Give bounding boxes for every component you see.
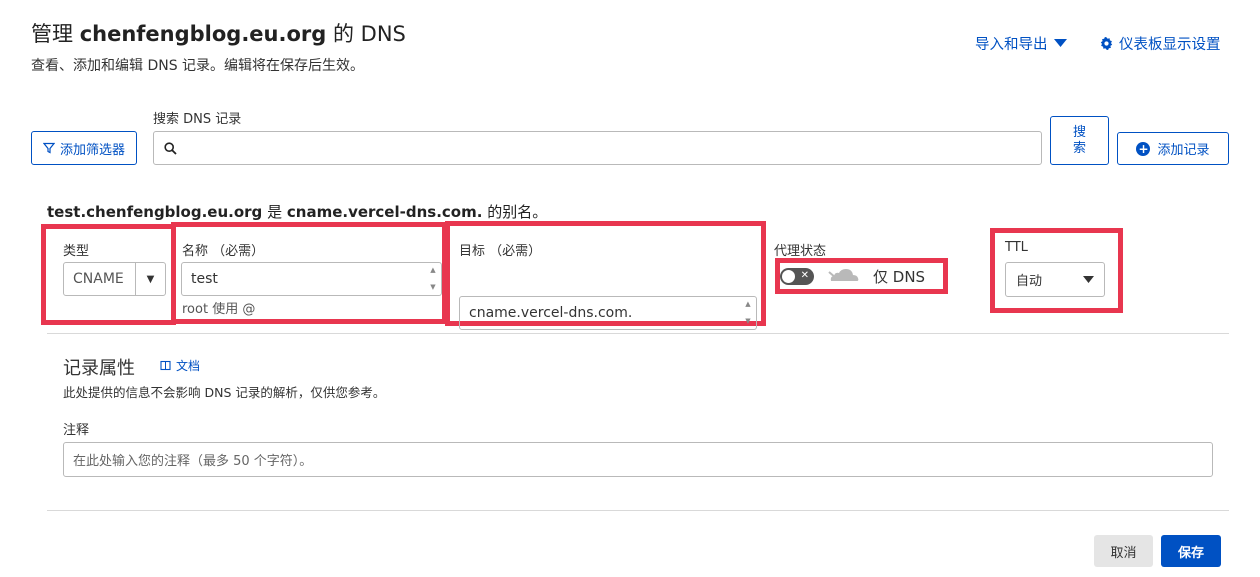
search-button-line2: 索 <box>1072 140 1086 156</box>
dashboard-settings-link[interactable]: 仪表板显示设置 <box>1100 33 1221 54</box>
ttl-value: 自动 <box>1016 274 1043 289</box>
save-button[interactable]: 保存 <box>1161 535 1221 567</box>
target-label: 目标 （必需） <box>459 244 542 259</box>
alias-is: 是 <box>267 203 283 221</box>
book-icon <box>160 360 171 371</box>
chevron-down-icon[interactable]: ▼ <box>135 263 165 295</box>
import-export-label: 导入和导出 <box>975 37 1048 53</box>
proxy-status-label: 代理状态 <box>774 244 827 259</box>
cloud-icon <box>828 269 859 281</box>
funnel-icon <box>42 142 55 154</box>
ttl-select[interactable]: 自动 <box>1005 262 1105 297</box>
proxy-toggle[interactable]: ✕ <box>780 268 814 285</box>
gear-icon <box>1100 37 1113 50</box>
divider <box>47 333 1229 334</box>
caret-down-icon <box>1083 276 1094 283</box>
add-filter-button[interactable]: 添加筛选器 <box>31 131 137 165</box>
title-prefix: 管理 <box>31 22 73 46</box>
title-suffix: 的 DNS <box>332 22 406 46</box>
proxy-state-text: 仅 DNS <box>873 268 926 286</box>
docs-link[interactable]: 文档 <box>160 357 200 374</box>
alias-summary: test.chenfengblog.eu.org 是 cname.vercel-… <box>47 201 547 222</box>
type-select[interactable]: CNAME ▼ <box>63 262 166 296</box>
add-record-button[interactable]: + 添加记录 <box>1117 132 1229 165</box>
dashboard-settings-label: 仪表板显示设置 <box>1119 37 1221 53</box>
name-field[interactable]: test ▲ ▼ <box>181 262 442 296</box>
type-value: CNAME <box>73 271 124 287</box>
toggle-knob <box>782 270 795 283</box>
divider <box>47 510 1229 511</box>
cancel-button[interactable]: 取消 <box>1094 535 1153 567</box>
comment-field[interactable]: 在此处输入您的注释（最多 50 个字符）。 <box>63 442 1213 477</box>
target-value: cname.vercel-dns.com. <box>469 305 633 321</box>
title-domain: chenfengblog.eu.org <box>79 22 327 46</box>
close-icon: ✕ <box>800 270 809 281</box>
page-subtitle: 查看、添加和编辑 DNS 记录。编辑将在保存后生效。 <box>31 58 365 74</box>
import-export-link[interactable]: 导入和导出 <box>975 33 1067 54</box>
page-title: 管理 chenfengblog.eu.org 的 DNS <box>31 18 406 48</box>
comment-label: 注释 <box>63 423 90 438</box>
plus-circle-icon: + <box>1136 141 1151 156</box>
type-label: 类型 <box>63 244 90 259</box>
search-label: 搜索 DNS 记录 <box>153 112 242 127</box>
add-filter-label: 添加筛选器 <box>59 142 125 158</box>
name-label: 名称 （必需） <box>182 244 265 259</box>
spinner-icon[interactable]: ▲ ▼ <box>743 300 753 326</box>
add-record-label: 添加记录 <box>1157 143 1210 158</box>
docs-label: 文档 <box>176 359 201 373</box>
alias-tail: 的别名。 <box>487 203 548 221</box>
search-button-line1: 搜 <box>1072 124 1086 140</box>
record-properties-description: 此处提供的信息不会影响 DNS 记录的解析，仅供您参考。 <box>63 385 386 400</box>
search-input[interactable] <box>153 131 1042 165</box>
alias-target: cname.vercel-dns.com. <box>286 203 483 221</box>
ttl-label: TTL <box>1005 240 1028 255</box>
record-properties-title: 记录属性 <box>63 358 135 379</box>
spinner-icon[interactable]: ▲ ▼ <box>428 266 438 292</box>
search-button[interactable]: 搜 索 <box>1050 116 1109 165</box>
search-icon <box>164 141 177 155</box>
caret-down-icon <box>1053 39 1067 47</box>
target-field[interactable]: cname.vercel-dns.com. ▲ ▼ <box>459 296 757 330</box>
alias-name: test.chenfengblog.eu.org <box>47 203 263 221</box>
comment-placeholder: 在此处输入您的注释（最多 50 个字符）。 <box>73 454 313 469</box>
name-value: test <box>191 271 218 287</box>
name-hint: root 使用 @ <box>182 302 256 317</box>
